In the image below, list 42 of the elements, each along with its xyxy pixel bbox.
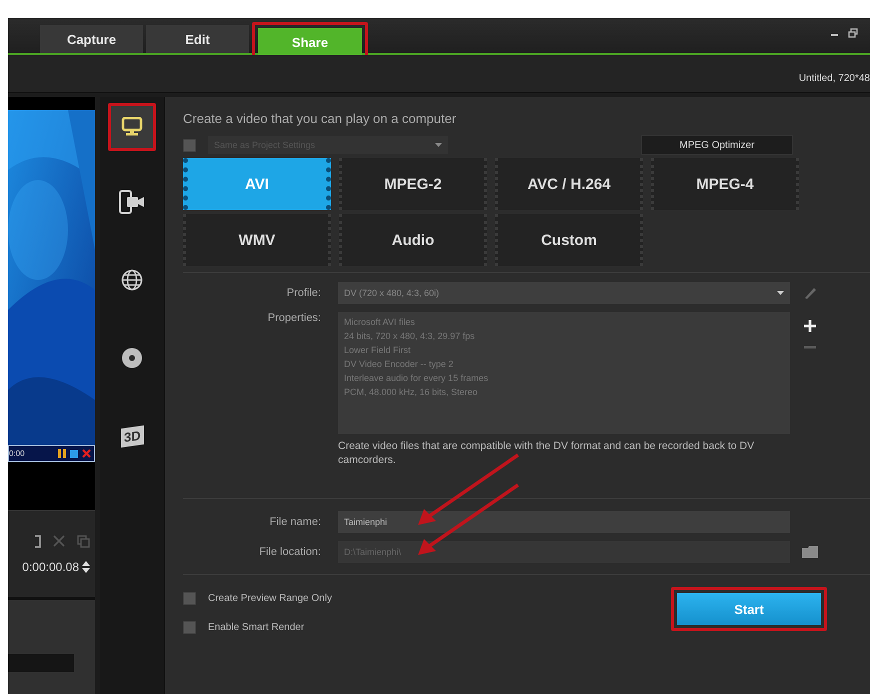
section-heading: Create a video that you can play on a computer [183,111,458,126]
format-button[interactable]: Custom [495,214,643,266]
pencil-icon[interactable] [803,286,817,300]
track-bar [8,654,74,672]
monitor-icon [121,117,143,137]
plus-icon[interactable] [804,320,816,332]
time-display: 0:00 [9,449,26,458]
project-info: Untitled, 720*48 [798,72,870,84]
field-label: File name: [268,516,321,528]
file-name-field[interactable]: Taimienphi [338,511,790,533]
close-icon[interactable] [82,449,91,458]
format-button[interactable]: Audio [339,214,487,266]
restore-icon[interactable] [848,28,858,38]
disc-icon [121,347,143,369]
field-label: Profile: [286,287,321,299]
field-label: Properties: [266,312,321,324]
tab[interactable]: Edit [146,25,249,53]
globe-icon [121,269,143,291]
field-label: File location: [258,546,321,558]
format-button[interactable]: MPEG-2 [339,158,487,210]
checkbox[interactable] [183,592,196,605]
checkbox[interactable] [183,621,196,634]
mpeg-optimizer-button[interactable]: MPEG Optimizer [641,135,793,155]
pause-icon[interactable] [58,449,66,458]
checkbox-label: Create Preview Range Only [208,593,332,604]
format-button[interactable]: WMV [183,214,331,266]
tab[interactable]: Capture [40,25,143,53]
3d-icon: 3D [120,424,144,448]
timecode: 0:00:00.08 [22,560,79,574]
caret-icon [435,143,442,147]
description: Create video files that are compatible with the DV format and can be recorded back to DV camcorders. [338,439,756,467]
checkbox-label: Enable Smart Render [208,622,304,633]
category-button[interactable]: 3D [111,415,153,457]
properties-box: Microsoft AVI files 24 bits, 720 x 480, 4:3, 29.97 fps Lower Field First DV Video Encoder -- type 2 Interleave audio for every 15 frames PCM, 48.000 kHz, 16 bits, Stereo [338,312,790,434]
bracket-icon[interactable] [34,534,41,548]
folder-icon[interactable] [802,546,818,558]
format-button[interactable]: MPEG-4 [651,158,799,210]
stop-icon[interactable] [70,450,78,458]
caret-icon [777,291,784,295]
format-button[interactable]: AVC / H.264 [495,158,643,210]
spinner-icon[interactable] [82,560,90,572]
phone-camera-icon [119,190,145,214]
